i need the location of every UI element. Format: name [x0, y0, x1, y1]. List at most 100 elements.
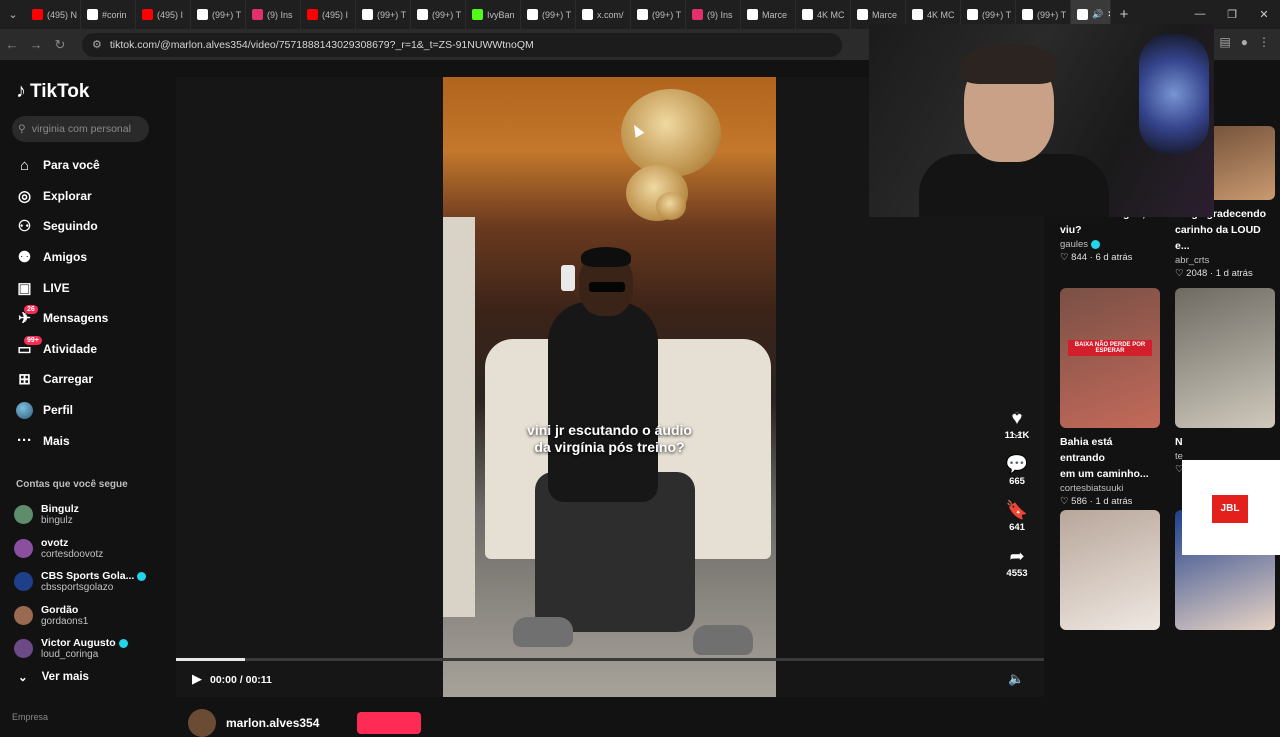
youtube-icon — [142, 9, 153, 20]
browser-tab[interactable]: (99+) T — [631, 0, 686, 29]
author-name[interactable]: marlon.alves354 — [226, 716, 319, 730]
account-name-text: Victor Augusto — [41, 637, 116, 650]
recommended-video[interactable] — [1060, 510, 1160, 630]
nav-item-live[interactable]: ▣ LIVE — [16, 272, 108, 303]
video-scene-hair — [581, 247, 631, 267]
browser-tab[interactable]: IvyBan — [466, 0, 521, 29]
share-count: 4553 — [1006, 568, 1028, 579]
jbl-ad-overlay[interactable]: JBL — [1182, 460, 1280, 555]
nav-item-messages[interactable]: ✈ 26 Mensagens — [16, 303, 108, 334]
footer-company-link[interactable]: Empresa — [12, 712, 48, 722]
like-count: 11.1K — [1004, 430, 1030, 441]
tab-search-icon[interactable]: ⌄ — [0, 0, 26, 29]
account-name: ovotz — [41, 537, 103, 549]
account-text: Bingulz bingulz — [41, 503, 79, 526]
main-nav: ⌂ Para você ◎ Explorar ⚇ Seguindo ⚉ Amigos ▣ LIVE… — [16, 150, 108, 456]
followed-account[interactable]: CBS Sports Gola... cbssportsgolazo — [14, 565, 147, 599]
close-window-icon[interactable]: ✕ — [1248, 8, 1280, 21]
tab-label: (99+) T — [982, 9, 1012, 20]
browser-tab[interactable]: (9) Ins — [246, 0, 301, 29]
nav-item-friends[interactable]: ⚉ Amigos — [16, 242, 108, 273]
browser-tab[interactable]: (99+) T — [191, 0, 246, 29]
browser-tab[interactable]: (99+) T — [521, 0, 576, 29]
browser-tab[interactable]: x.com/ — [576, 0, 631, 29]
author-row: marlon.alves354 — [188, 709, 422, 737]
like-icon[interactable]: ♥ — [1012, 407, 1023, 430]
kick-icon — [472, 9, 483, 20]
title-line: viu? — [1060, 224, 1082, 236]
browser-tab[interactable]: Marce — [741, 0, 796, 29]
maximize-icon[interactable]: ❐ — [1216, 8, 1248, 21]
minimize-icon[interactable]: — — [1184, 8, 1216, 21]
browser-tab[interactable]: (495) I — [136, 0, 191, 29]
account-name-text: CBS Sports Gola... — [41, 570, 135, 583]
reload-icon[interactable]: ↻ — [48, 37, 72, 53]
tiktok-icon — [967, 9, 978, 20]
volume-icon[interactable]: 🔈 — [1008, 671, 1024, 687]
following-list: Bingulz bingulz ovotz cortesdoovotz CBS Spor… — [14, 498, 147, 666]
author-avatar[interactable] — [188, 709, 216, 737]
recommended-author: cortesbiatsuuki — [1060, 483, 1160, 494]
browser-tab[interactable]: (99+) T — [356, 0, 411, 29]
browser-tab[interactable]: 4K MC — [796, 0, 851, 29]
tiktok-logo[interactable]: ♪ TikTok — [16, 80, 89, 103]
browser-tab[interactable]: (9) Ins — [686, 0, 741, 29]
live-icon: ▣ — [17, 279, 32, 297]
account-name: Bingulz — [41, 503, 79, 515]
account-name: CBS Sports Gola... — [41, 570, 147, 583]
new-tab-button[interactable]: + — [1111, 6, 1137, 23]
tab-label: (99+) T — [212, 9, 242, 20]
video-scene-shoe — [693, 625, 753, 655]
browser-menu-icon[interactable]: ⋮ — [1258, 35, 1270, 49]
friends-icon: ⚉ — [17, 249, 32, 267]
follow-button[interactable] — [357, 712, 422, 734]
meta-text: 844 · 6 d atrás — [1071, 252, 1133, 263]
followed-account[interactable]: Bingulz bingulz — [14, 498, 146, 532]
nav-label: Atividade — [43, 341, 98, 356]
title-line: em um caminho... — [1060, 468, 1149, 480]
tab-label: Marce — [872, 9, 898, 20]
bookmark-icon[interactable]: 🔖 — [1006, 499, 1028, 522]
nav-item-compass[interactable]: ◎ Explorar — [16, 181, 108, 212]
address-bar[interactable]: ⚙ tiktok.com/@marlon.alves354/video/7571… — [82, 32, 842, 57]
nav-label: Carregar — [43, 372, 94, 387]
nav-item-following[interactable]: ⚇ Seguindo — [16, 211, 108, 242]
play-icon[interactable]: ▶ — [192, 671, 202, 687]
nav-item-home[interactable]: ⌂ Para você — [16, 150, 108, 181]
video-player[interactable]: vini jr escutando o áudio da virgínia pó… — [443, 77, 776, 697]
share-icon[interactable]: ➦ — [1009, 545, 1024, 568]
recommended-video[interactable]: Nte♡ 121.1K · 4 d atrás — [1175, 288, 1275, 475]
nav-item-upload[interactable]: ⊞ Carregar — [16, 364, 108, 395]
translate-icon[interactable]: ▤ — [1219, 35, 1230, 49]
back-icon[interactable]: ← — [0, 37, 24, 52]
comment-icon[interactable]: 💬 — [1006, 453, 1028, 476]
recommended-video[interactable]: BAIXA NÃO PERDE POR ESPERAR Bahia está en… — [1060, 288, 1160, 507]
nav-item-activity[interactable]: ▭ 99+ Atividade — [16, 334, 108, 365]
followed-account[interactable]: Victor Augusto loud_coringa — [14, 632, 146, 666]
browser-tab[interactable]: #corin — [81, 0, 136, 29]
nav-item-more[interactable]: ··· Mais — [16, 425, 108, 456]
tiktok-icon — [747, 9, 758, 20]
video-progress-bar[interactable] — [176, 658, 1044, 661]
tab-label: Marce — [762, 9, 788, 20]
account-text: Victor Augusto loud_coringa — [41, 637, 128, 660]
browser-tab[interactable]: (99+) T — [411, 0, 466, 29]
followed-account[interactable]: Gordão gordaons1 — [14, 599, 146, 633]
browser-tab[interactable]: (495) I — [301, 0, 356, 29]
title-line: carinho da LOUD e... — [1175, 224, 1261, 252]
nav-item-profile[interactable]: Perfil — [16, 395, 108, 426]
tiktok-icon — [362, 9, 373, 20]
account-name: Victor Augusto — [41, 637, 128, 649]
forward-icon[interactable]: → — [24, 37, 48, 52]
tab-label: (495) N — [47, 9, 78, 20]
nav-label: Amigos — [43, 250, 88, 265]
search-input[interactable]: ⚲ virginia com personal — [12, 116, 149, 142]
profile-icon[interactable]: ● — [1241, 35, 1248, 49]
followed-account[interactable]: ovotz cortesdoovotz — [14, 532, 146, 566]
jbl-logo: JBL — [1212, 495, 1248, 523]
see-more-button[interactable]: ⌄ Ver mais — [18, 670, 89, 684]
thumbnail-banner: BAIXA NÃO PERDE POR ESPERAR — [1068, 340, 1152, 356]
browser-tab[interactable]: (495) N — [26, 0, 81, 29]
tiktok-icon — [87, 9, 98, 20]
site-info-icon[interactable]: ⚙ — [92, 38, 102, 51]
